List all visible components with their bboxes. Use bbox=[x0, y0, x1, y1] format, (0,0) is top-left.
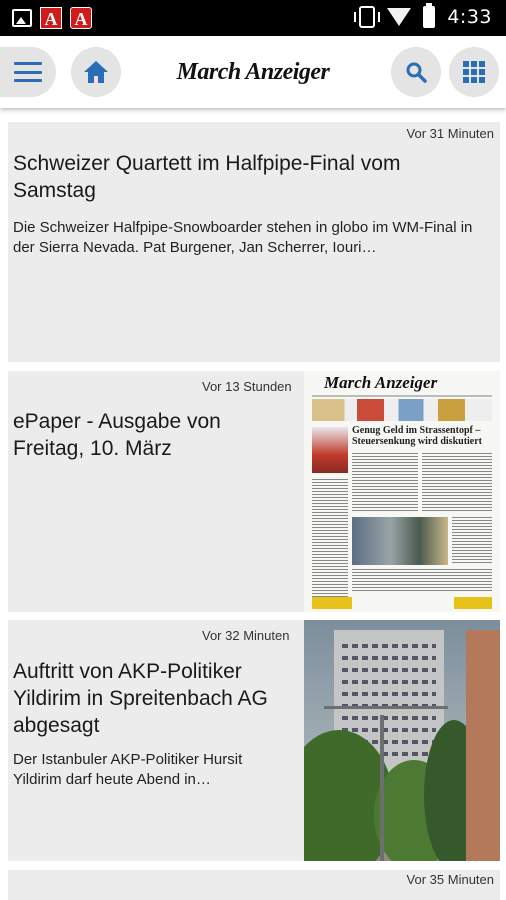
acrobat-icon: A bbox=[40, 7, 62, 29]
article-time: Vor 31 Minuten bbox=[406, 126, 494, 141]
article-card[interactable]: Vor 35 Minuten bbox=[8, 870, 500, 900]
notification-icons: A A bbox=[12, 7, 92, 29]
article-time: Vor 35 Minuten bbox=[406, 872, 494, 887]
apps-button[interactable] bbox=[449, 47, 499, 97]
article-card[interactable]: Vor 32 Minuten Auftritt von AKP-Politike… bbox=[8, 620, 500, 861]
clock: 4:33 bbox=[447, 6, 492, 28]
epaper-headline: Genug Geld im Strassentopf – Steuersenku… bbox=[352, 425, 483, 447]
wifi-off-icon: × bbox=[387, 8, 412, 34]
vibrate-icon bbox=[354, 6, 381, 28]
status-bar: A A × 4:33 bbox=[0, 0, 506, 36]
home-button[interactable] bbox=[71, 47, 121, 97]
article-title: Schweizer Quartett im Halfpipe-Final vom… bbox=[13, 152, 401, 202]
menu-icon bbox=[14, 62, 42, 82]
article-time: Vor 13 Stunden bbox=[202, 379, 292, 394]
menu-button[interactable] bbox=[0, 47, 56, 97]
news-feed: Vor 31 Minuten Schweizer Quartett im Hal… bbox=[0, 108, 506, 900]
epaper-masthead: March Anzeiger bbox=[324, 373, 438, 392]
article-thumbnail[interactable] bbox=[304, 620, 500, 861]
acrobat-alt-icon: A bbox=[70, 7, 92, 29]
article-teaser: Der Istanbuler AKP-Politiker Hursit Yild… bbox=[13, 751, 243, 788]
system-icons: × 4:33 bbox=[354, 3, 492, 34]
app-logo: March Anzeiger bbox=[176, 59, 330, 85]
article-teaser: Die Schweizer Halfpipe-Snowboarder stehe… bbox=[13, 219, 473, 256]
search-button[interactable] bbox=[391, 47, 441, 97]
article-time: Vor 32 Minuten bbox=[202, 628, 290, 643]
epaper-thumbnail[interactable]: March Anzeiger Genug Geld im Strassentop… bbox=[304, 371, 500, 612]
article-card[interactable]: Vor 31 Minuten Schweizer Quartett im Hal… bbox=[8, 122, 500, 362]
article-title: Auftritt von AKP-Politiker Yildirim in S… bbox=[13, 660, 268, 737]
home-icon bbox=[84, 61, 108, 83]
search-icon bbox=[406, 62, 427, 83]
app-bar: March Anzeiger bbox=[0, 36, 506, 108]
image-icon bbox=[12, 9, 32, 27]
apps-grid-icon bbox=[463, 61, 485, 83]
battery-icon bbox=[423, 3, 436, 28]
article-card[interactable]: Vor 13 Stunden ePaper - Ausgabe von Frei… bbox=[8, 371, 500, 612]
article-title: ePaper - Ausgabe von Freitag, 10. März bbox=[13, 410, 221, 460]
